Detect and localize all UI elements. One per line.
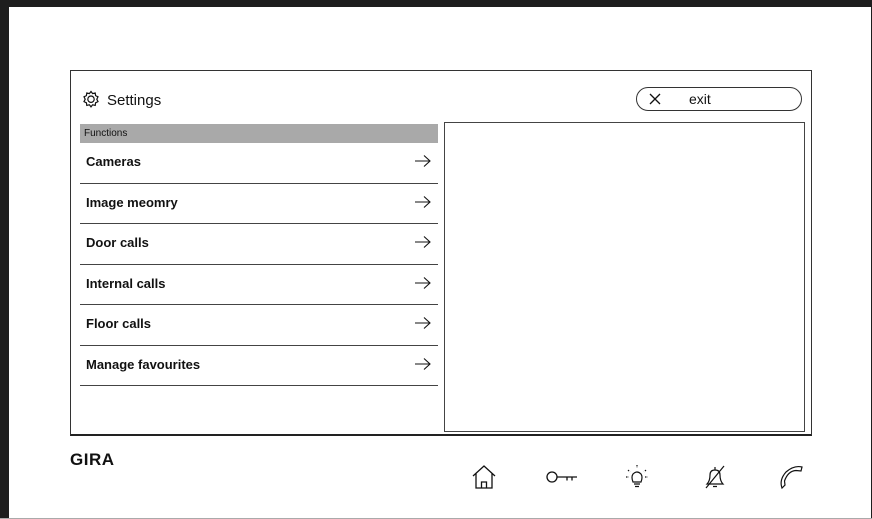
gira-logo: GIRA (70, 450, 115, 469)
page-title: Settings (107, 91, 162, 109)
settings-screen: Settings exit Functions Cameras Image me… (70, 70, 812, 436)
bell-muted-icon[interactable] (701, 463, 729, 491)
home-icon[interactable] (470, 463, 498, 491)
device-frame-left (0, 0, 9, 519)
menu-item-door-calls[interactable]: Door calls (80, 224, 438, 265)
menu-item-label: Floor calls (86, 316, 152, 331)
close-icon (649, 93, 661, 105)
key-icon[interactable] (545, 463, 579, 491)
arrow-right-icon (415, 357, 431, 370)
gear-icon (83, 90, 99, 108)
arrow-right-icon (415, 195, 431, 208)
menu-item-floor-calls[interactable]: Floor calls (80, 305, 438, 346)
menu-item-label: Image meomry (86, 194, 178, 210)
menu-item-image-memory[interactable]: Image meomry (80, 184, 438, 224)
menu-item-label: Door calls (86, 235, 149, 250)
exit-label: exit (689, 91, 711, 107)
menu-item-label: Cameras (86, 154, 141, 169)
light-icon[interactable] (623, 463, 651, 491)
device-frame-top (0, 0, 872, 7)
menu-item-manage-favourites[interactable]: Manage favourites (80, 346, 438, 386)
menu-item-label: Internal calls (86, 275, 166, 291)
exit-button[interactable]: exit (636, 87, 802, 111)
menu-item-internal-calls[interactable]: Internal calls (80, 265, 438, 305)
page-header: Settings (81, 89, 161, 111)
phone-icon[interactable] (777, 463, 805, 491)
arrow-right-icon (415, 276, 431, 289)
menu-item-label: Manage favourites (86, 356, 201, 372)
arrow-right-icon (415, 317, 431, 329)
functions-section-header: Functions (80, 124, 438, 143)
arrow-right-icon (415, 236, 431, 248)
menu-item-cameras[interactable]: Cameras (80, 143, 438, 184)
detail-panel (444, 122, 805, 432)
functions-menu: Cameras Image meomry Door calls Internal… (80, 143, 438, 386)
arrow-right-icon (415, 155, 431, 167)
